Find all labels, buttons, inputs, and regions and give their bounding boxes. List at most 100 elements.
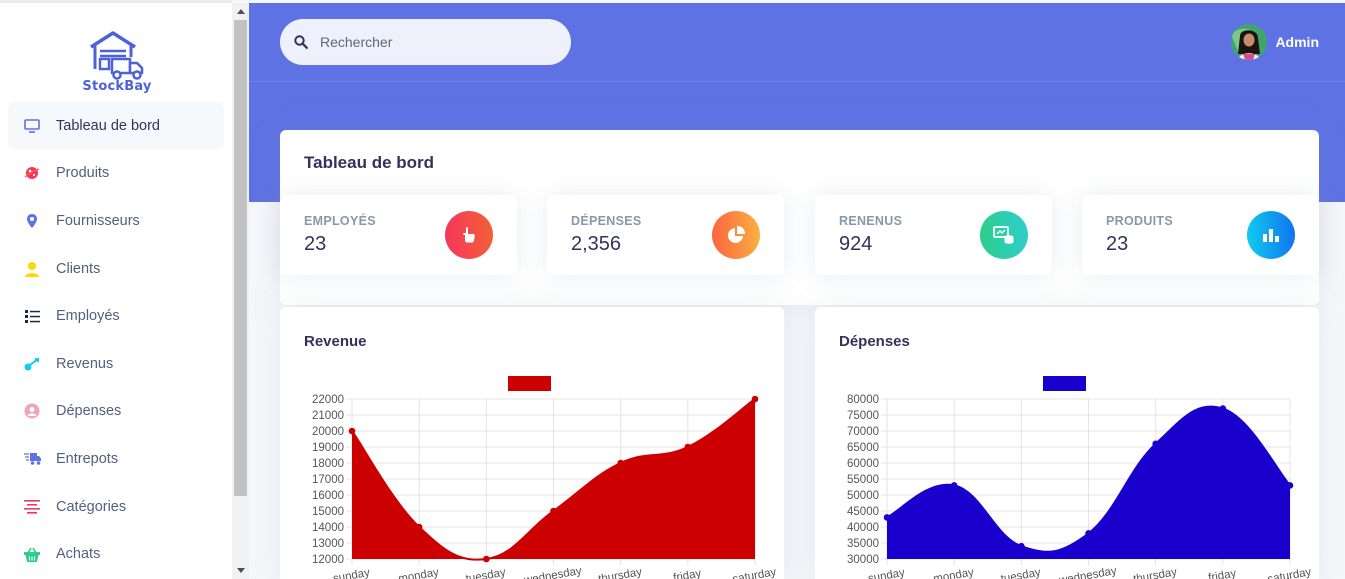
search-bar[interactable]	[280, 19, 571, 65]
data-point	[751, 395, 759, 403]
sidebar-item-tableau-de-bord[interactable]: Tableau de bord	[8, 102, 224, 150]
list-icon	[22, 306, 42, 326]
expenses-chart: 80000 75000 70000 65000 60000 55000 50000 45000…	[847, 376, 1313, 579]
search-icon	[294, 35, 308, 49]
data-point	[1286, 482, 1294, 489]
user-icon	[22, 259, 42, 279]
data-point	[415, 523, 423, 531]
y-tick-label: 60000	[847, 458, 879, 470]
stat-value: 924	[839, 233, 873, 255]
sidebar-item-label: Produits	[56, 165, 110, 182]
money-icon	[980, 211, 1028, 259]
align-icon	[22, 497, 42, 517]
sidebar-item-depenses[interactable]: Dépenses	[8, 388, 224, 436]
y-tick-label: 14000	[312, 522, 344, 534]
x-tick-label: thursday	[597, 566, 643, 579]
brand-logo[interactable]: StockBay	[82, 29, 152, 99]
y-tick-label: 18000	[312, 458, 344, 470]
bar-chart-icon	[1247, 211, 1295, 259]
y-tick-label: 17000	[312, 474, 344, 486]
key-icon	[22, 354, 42, 374]
legend-swatch	[1043, 376, 1086, 391]
sidebar-item-label: Dépenses	[56, 403, 122, 420]
y-tick-label: 70000	[847, 426, 879, 438]
sidebar-item-categories[interactable]: Catégories	[8, 483, 224, 531]
y-tick-label: 13000	[312, 538, 344, 550]
revenue-chart-card: Revenue 22000 21000 20000 19000 18000 17000 16…	[280, 307, 784, 579]
x-tick-label: friday	[672, 568, 702, 579]
y-tick-label: 65000	[847, 442, 879, 454]
revenue-chart: 22000 21000 20000 19000 18000 17000 16000 15000…	[312, 376, 778, 579]
y-tick-label: 50000	[847, 490, 879, 502]
hand-icon	[445, 211, 493, 259]
pin-icon	[22, 211, 42, 231]
header-divider	[249, 81, 1345, 82]
stat-label: EMPLOYÉS	[304, 214, 376, 228]
brand-name: StockBay	[82, 79, 152, 94]
sidebar-item-label: Tableau de bord	[56, 117, 160, 134]
sidebar-item-label: Employés	[56, 308, 120, 325]
sidebar-item-label: Clients	[56, 260, 101, 277]
y-tick-label: 55000	[847, 474, 879, 486]
stat-card-employes[interactable]: EMPLOYÉS 23	[280, 195, 517, 275]
search-input[interactable]	[320, 34, 550, 50]
data-point	[883, 514, 891, 521]
stat-value: 23	[304, 233, 327, 255]
scroll-up-arrow-icon[interactable]	[232, 3, 249, 20]
data-point	[1085, 530, 1092, 537]
y-tick-label: 21000	[312, 410, 344, 422]
data-point	[1152, 440, 1159, 448]
sidebar-item-label: Fournisseurs	[56, 212, 140, 229]
sidebar-item-clients[interactable]: Clients	[8, 245, 224, 293]
x-tick-label: tuesday	[1000, 567, 1042, 579]
sidebar-item-label: Catégories	[56, 498, 127, 515]
data-point	[550, 507, 557, 515]
stat-label: RENENUS	[839, 214, 903, 228]
sidebar: StockBay Tableau de bord Produits Fourni…	[0, 0, 232, 579]
user-menu[interactable]: Admin	[1231, 24, 1319, 60]
x-tick-label: sunday	[867, 567, 906, 579]
stat-card-revenus[interactable]: RENENUS 924	[815, 195, 1052, 275]
scrollbar-thumb[interactable]	[234, 20, 247, 496]
scroll-down-arrow-icon[interactable]	[232, 562, 249, 579]
stat-card-produits[interactable]: PRODUITS 23	[1082, 195, 1319, 275]
x-tick-label: monday	[397, 567, 440, 579]
expenses-chart-card: Dépenses 80000 75000 70000 65000 60000 55000 5…	[815, 307, 1319, 579]
x-tick-label: saturday	[1267, 566, 1313, 579]
data-point	[483, 555, 490, 563]
y-tick-label: 80000	[847, 394, 879, 406]
x-tick-label: tuesday	[465, 567, 507, 579]
y-tick-label: 15000	[312, 506, 344, 518]
y-tick-label: 20000	[312, 426, 344, 438]
avatar[interactable]	[1231, 24, 1268, 60]
circle-user-icon	[22, 401, 42, 421]
legend-swatch	[508, 376, 551, 391]
data-point	[617, 459, 624, 467]
stat-card-depenses[interactable]: DÉPENSES 2,356	[547, 195, 784, 275]
user-name: Admin	[1275, 34, 1319, 50]
sidebar-item-achats[interactable]: Achats	[8, 530, 224, 578]
app-root: StockBay Tableau de bord Produits Fourni…	[0, 0, 1345, 579]
sidebar-nav: Tableau de bord Produits Fournisseurs Cl…	[8, 102, 224, 578]
stat-label: DÉPENSES	[571, 214, 642, 228]
sidebar-item-label: Achats	[56, 546, 101, 563]
x-tick-label: thursday	[1132, 566, 1178, 579]
sidebar-item-label: Revenus	[56, 355, 114, 372]
sidebar-item-produits[interactable]: Produits	[8, 150, 224, 198]
stat-label: PRODUITS	[1106, 214, 1173, 228]
sidebar-scrollbar[interactable]	[232, 3, 249, 579]
x-tick-label: friday	[1207, 568, 1237, 579]
pie-icon	[712, 211, 760, 259]
x-tick-label: wednesday	[522, 565, 583, 579]
x-tick-label: sunday	[332, 567, 371, 579]
sidebar-item-fournisseurs[interactable]: Fournisseurs	[8, 197, 224, 245]
truck-icon	[22, 449, 42, 469]
x-tick-label: saturday	[732, 566, 778, 579]
x-tick-label: monday	[932, 567, 975, 579]
y-tick-label: 19000	[312, 442, 344, 454]
sidebar-item-entrepots[interactable]: Entrepots	[8, 435, 224, 483]
sidebar-item-employes[interactable]: Employés	[8, 292, 224, 340]
y-tick-label: 30000	[847, 554, 879, 566]
data-point	[1018, 542, 1025, 550]
sidebar-item-revenus[interactable]: Revenus	[8, 340, 224, 388]
